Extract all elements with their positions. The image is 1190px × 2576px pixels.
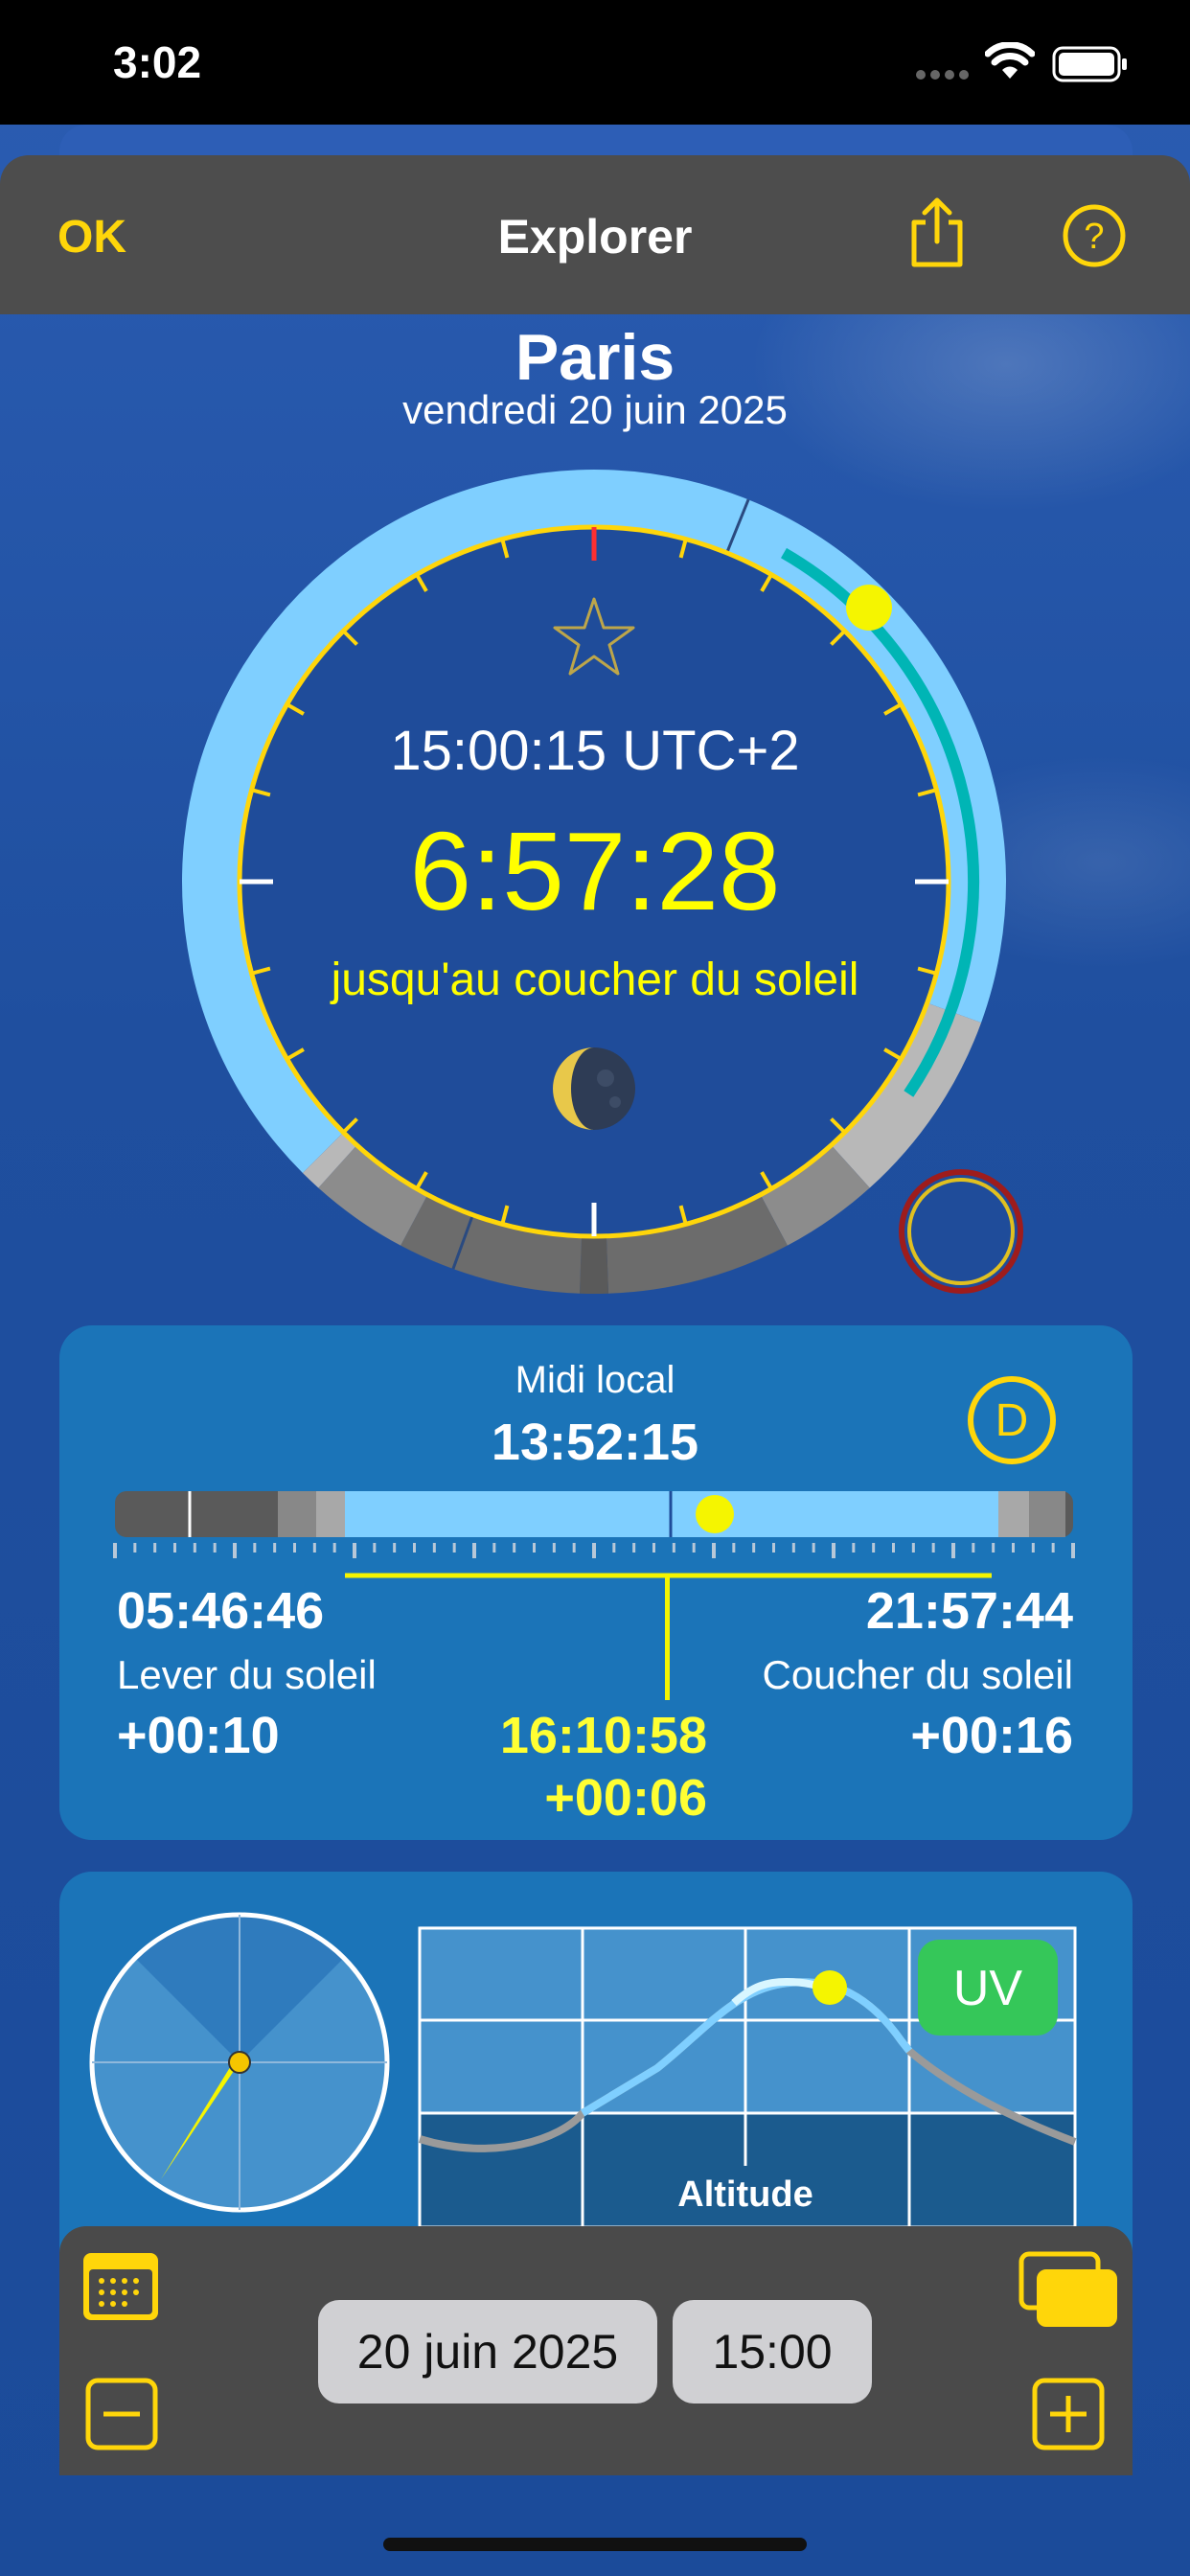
timeline-sun-marker — [696, 1495, 734, 1533]
svg-text:?: ? — [1084, 217, 1104, 257]
current-time-utc: 15:00:15 UTC+2 — [390, 720, 800, 782]
sunset-delta: +00:16 — [910, 1707, 1073, 1764]
sunset-time: 21:57:44 — [865, 1582, 1073, 1640]
city-name: Paris — [515, 321, 675, 394]
page-title: Explorer — [497, 210, 693, 264]
status-bar: 3:02 — [0, 0, 1190, 125]
sunrise-time: 05:46:46 — [117, 1582, 325, 1640]
mode-badge[interactable]: D — [966, 1374, 1058, 1466]
small-ring-icon[interactable] — [897, 1167, 1025, 1296]
minus-icon[interactable] — [84, 2377, 159, 2451]
wifi-icon — [985, 42, 1035, 79]
countdown-caption: jusqu'au coucher du soleil — [331, 954, 859, 1005]
battery-icon — [1052, 46, 1127, 82]
plus-icon[interactable] — [1031, 2377, 1106, 2451]
share-icon[interactable] — [908, 196, 966, 270]
day-length-delta: +00:06 — [544, 1769, 707, 1827]
mode-badge-label: D — [995, 1395, 1029, 1446]
altitude-sun-marker — [812, 1970, 847, 2005]
status-time: 3:02 — [113, 37, 202, 87]
home-indicator[interactable] — [383, 2538, 807, 2551]
day-timeline[interactable] — [105, 1484, 1083, 1589]
altitude-chart[interactable]: UV Altitude — [418, 1926, 1077, 2227]
moon-icon — [553, 1047, 635, 1130]
sun-azimuth-compass[interactable] — [88, 1911, 391, 2214]
calendar-icon[interactable] — [80, 2250, 161, 2323]
date-picker[interactable]: 20 juin 2025 — [318, 2300, 657, 2404]
signal-icon — [916, 70, 969, 80]
windows-icon[interactable] — [1018, 2250, 1119, 2329]
countdown-to-sunset: 6:57:28 — [409, 809, 781, 933]
day-length: 16:10:58 — [499, 1707, 707, 1764]
sunrise-label: Lever du soleil — [117, 1652, 377, 1697]
uv-badge[interactable]: UV — [953, 1961, 1023, 2016]
day-length-connector — [665, 1576, 670, 1700]
time-picker[interactable]: 15:00 — [673, 2300, 872, 2404]
date-label: vendredi 20 juin 2025 — [402, 387, 788, 432]
sun-marker — [846, 585, 892, 631]
sunrise-delta: +00:10 — [117, 1707, 280, 1764]
help-icon[interactable]: ? — [1062, 203, 1127, 268]
altitude-label: Altitude — [677, 2174, 812, 2215]
sunset-label: Coucher du soleil — [762, 1652, 1073, 1697]
